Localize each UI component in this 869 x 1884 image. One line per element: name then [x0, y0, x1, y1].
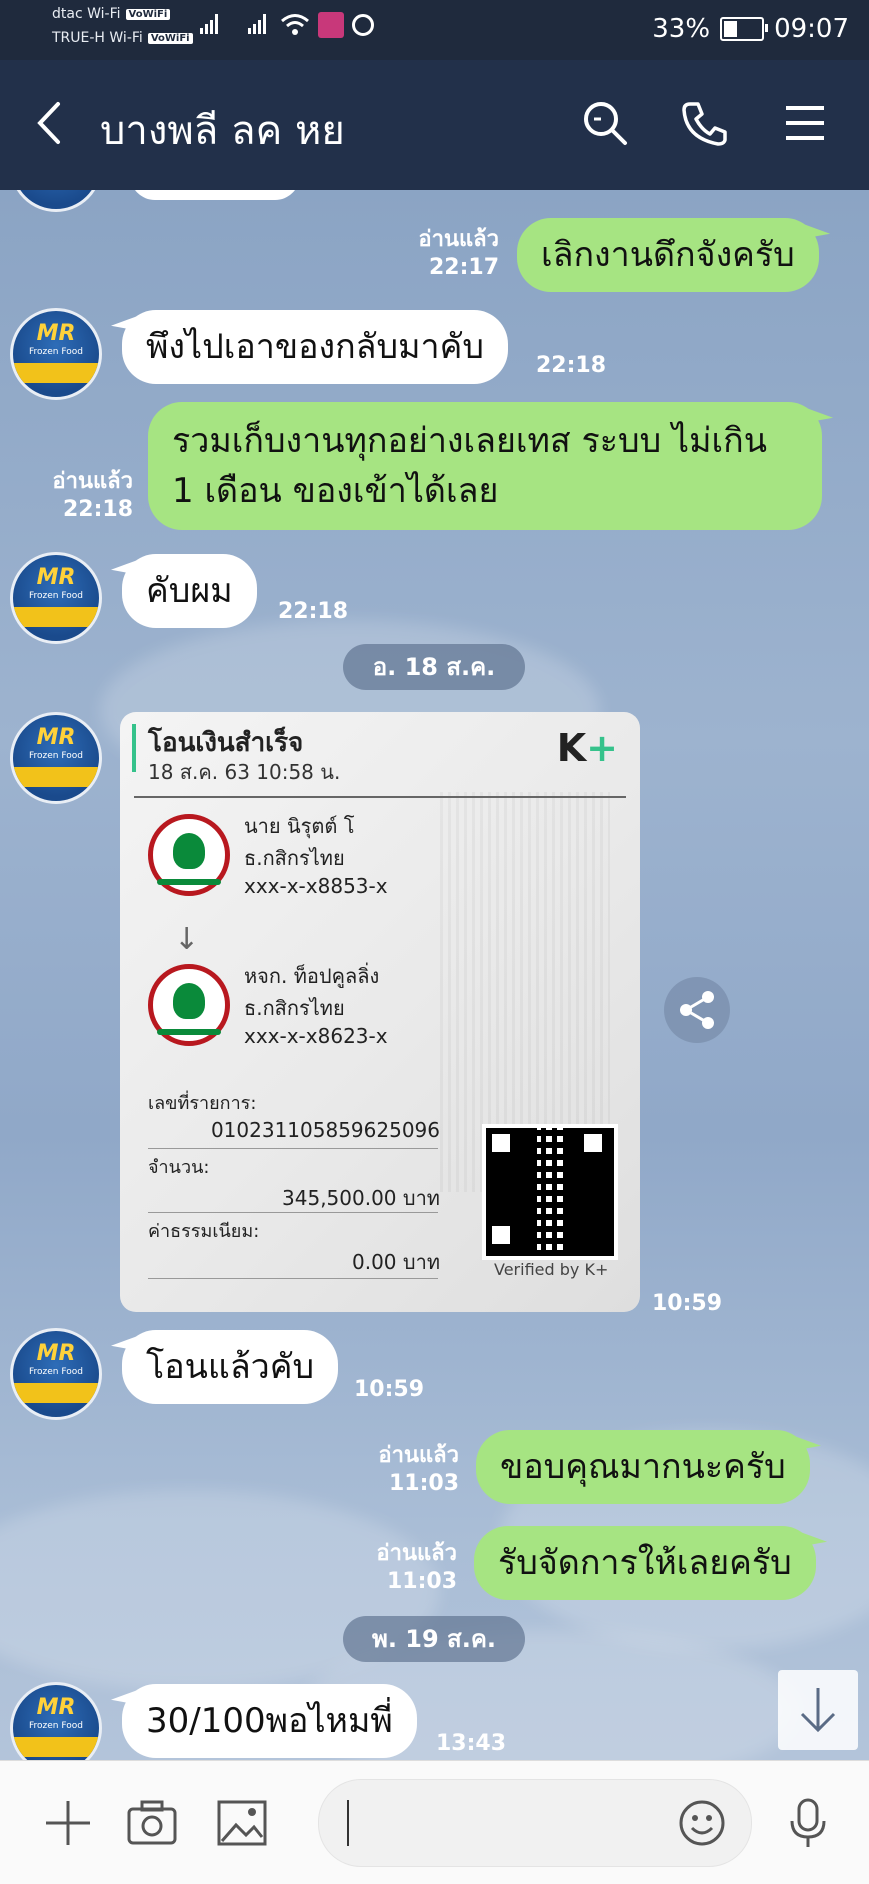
message-input[interactable] — [318, 1779, 752, 1867]
amount-value: 345,500.00 บาท — [282, 1186, 440, 1210]
avatar-brand: MR — [36, 725, 76, 750]
chat-header: บางพลี ลค หย — [0, 60, 869, 190]
kbank-logo-icon — [148, 814, 230, 896]
avatar-sub: Frozen Food — [29, 1721, 83, 1731]
back-icon[interactable] — [30, 98, 70, 148]
message-time: 22:17 — [428, 255, 499, 280]
text-caret — [347, 1800, 349, 1846]
verified-label: Verified by K+ — [494, 1260, 609, 1279]
avatar-sub: Frozen Food — [29, 591, 83, 601]
avatar[interactable]: MR Frozen Food — [10, 552, 102, 644]
avatar-sub: Frozen Food — [29, 751, 83, 761]
date-separator: อ. 18 ส.ค. — [343, 644, 525, 690]
mic-icon[interactable] — [782, 1797, 834, 1849]
signal-icon-2 — [248, 14, 266, 34]
date-separator: พ. 19 ส.ค. — [343, 1616, 525, 1662]
avatar-brand: MR — [36, 321, 76, 346]
message-time: 11:03 — [386, 1569, 457, 1594]
avatar-sub: Frozen Food — [29, 1367, 83, 1377]
chat-title: บางพลี ลค หย — [100, 108, 345, 154]
status-right: 33% 09:07 — [652, 14, 849, 44]
message-bubble-out[interactable]: ขอบคุณมากนะครับ — [476, 1430, 810, 1504]
scroll-down-button[interactable] — [778, 1670, 858, 1750]
message-bubble-in[interactable]: 30/100พอไหมพี่ — [122, 1684, 417, 1758]
avatar[interactable]: MR Frozen Food — [10, 1682, 102, 1760]
network-1-label: dtac Wi-Fi — [52, 6, 121, 22]
message-bubble-out[interactable]: เลิกงานดึกจังครับ — [517, 218, 819, 292]
vowifi-badge-2: VoWiFi — [147, 32, 193, 44]
message-bubble-out[interactable]: รับจัดการให้เลยครับ — [474, 1526, 816, 1600]
read-receipt: อ่านแล้ว — [378, 1443, 459, 1468]
message-bubble-in[interactable]: พึงไปเอาของกลับมาคับ — [122, 310, 508, 384]
phone-icon[interactable] — [680, 98, 730, 148]
network-1: dtac Wi-Fi VoWiFi — [52, 6, 171, 22]
message-time: 13:43 — [436, 1731, 507, 1756]
receiver-name: หจก. ท็อปคูลลิ่ง — [244, 964, 380, 988]
status-bar: dtac Wi-Fi VoWiFi TRUE-H Wi-Fi VoWiFi 33… — [0, 0, 869, 60]
message-time: 10:59 — [652, 1291, 723, 1316]
message-time: 11:03 — [388, 1471, 459, 1496]
amount-label: จำนวน: — [148, 1157, 210, 1178]
avatar[interactable]: MR Frozen Food — [10, 1328, 102, 1420]
network-2: TRUE-H Wi-Fi VoWiFi — [52, 30, 193, 46]
message-meta: อ่านแล้ว 22:17 — [418, 226, 499, 282]
ref-value: 010231105859625096 — [210, 1118, 440, 1142]
battery-percent: 33% — [652, 14, 711, 44]
message-meta: อ่านแล้ว 11:03 — [376, 1540, 457, 1596]
read-receipt: อ่านแล้ว — [418, 227, 499, 252]
kplus-logo: K+ — [556, 726, 618, 770]
kbank-logo-icon — [148, 964, 230, 1046]
read-receipt: อ่านแล้ว — [52, 469, 133, 494]
avatar-brand: MR — [36, 565, 76, 590]
sender-bank: ธ.กสิกรไทย — [244, 846, 345, 870]
transfer-slip-image[interactable]: โอนเงินสำเร็จ 18 ส.ค. 63 10:58 น. K+ นาย… — [120, 712, 640, 1312]
slip-date: 18 ส.ค. 63 10:58 น. — [148, 760, 341, 784]
message-meta: อ่านแล้ว 22:18 — [52, 468, 133, 524]
wifi-icon — [281, 14, 309, 35]
avatar[interactable]: MR Frozen Food — [10, 308, 102, 400]
avatar-sub: Frozen Food — [29, 347, 83, 357]
message-bubble-in[interactable]: คับผม — [122, 554, 257, 628]
message-time: 22:18 — [278, 599, 349, 624]
app-notification-icon — [318, 12, 344, 38]
chat-area[interactable]: อ่านแล้ว 22:17 เลิกงานดึกจังครับ MR Froz… — [0, 190, 869, 1760]
image-icon[interactable] — [216, 1797, 268, 1849]
fee-label: ค่าธรรมเนียม: — [148, 1221, 260, 1242]
read-receipt: อ่านแล้ว — [376, 1541, 457, 1566]
clock: 09:07 — [774, 14, 849, 44]
avatar[interactable] — [10, 190, 102, 212]
receiver-bank: ธ.กสิกรไทย — [244, 996, 345, 1020]
message-time: 22:18 — [62, 497, 133, 522]
search-icon[interactable] — [580, 98, 630, 148]
message-input-bar — [0, 1760, 869, 1884]
signal-icon — [200, 14, 218, 34]
avatar-brand: MR — [36, 1341, 76, 1366]
message-text-line-1: รวมเก็บงานทุกอย่างเลยเทส ระบบ ไม่เกิน — [172, 421, 767, 461]
receiver-account: xxx-x-x8623-x — [244, 1024, 388, 1048]
network-2-label: TRUE-H Wi-Fi — [52, 30, 143, 46]
vowifi-badge: VoWiFi — [125, 8, 171, 20]
message-time: 22:18 — [536, 353, 607, 378]
plus-icon[interactable] — [42, 1797, 94, 1849]
avatar[interactable]: MR Frozen Food — [10, 712, 102, 804]
message-bubble-out[interactable]: รวมเก็บงานทุกอย่างเลยเทส ระบบ ไม่เกิน 1 … — [148, 402, 822, 530]
sender-account: xxx-x-x8853-x — [244, 874, 388, 898]
arrow-down-icon: ↓ — [174, 922, 200, 957]
message-bubble-partial — [130, 190, 300, 200]
message-bubble-in[interactable]: โอนแล้วคับ — [122, 1330, 339, 1404]
message-meta: อ่านแล้ว 11:03 — [378, 1442, 459, 1498]
emoji-icon[interactable] — [677, 1798, 727, 1848]
message-text-line-2: 1 เดือน ของเข้าได้เลย — [172, 471, 499, 511]
avatar-brand: MR — [36, 1695, 76, 1720]
chrome-icon — [352, 14, 374, 36]
fee-value: 0.00 บาท — [352, 1250, 440, 1274]
menu-icon[interactable] — [780, 98, 830, 148]
camera-icon[interactable] — [126, 1797, 178, 1849]
message-time: 10:59 — [354, 1377, 425, 1402]
share-icon[interactable] — [664, 977, 730, 1043]
sender-name: นาย นิรุตต์ โ — [244, 814, 355, 838]
ref-label: เลขที่รายการ: — [148, 1093, 257, 1114]
battery-icon — [720, 17, 769, 41]
